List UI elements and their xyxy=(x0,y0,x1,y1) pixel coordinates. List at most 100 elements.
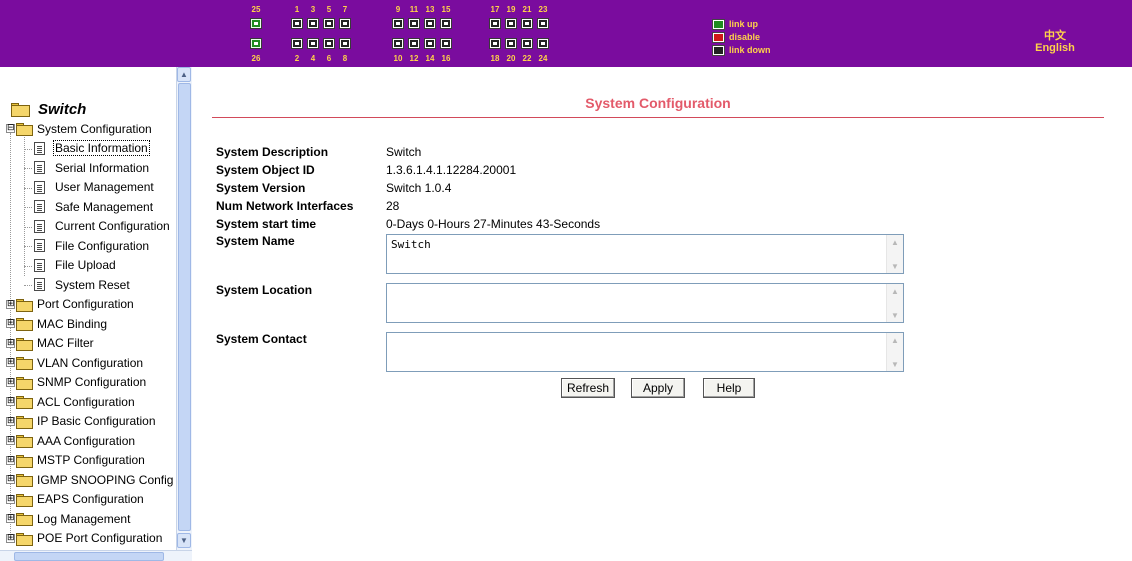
nav-root[interactable]: Switch xyxy=(11,99,86,119)
expand-icon[interactable]: ⊞ xyxy=(6,397,15,407)
port-link-down-icon[interactable] xyxy=(521,18,533,29)
port-link-down-icon[interactable] xyxy=(505,38,517,49)
expand-icon[interactable]: ⊞ xyxy=(6,436,15,446)
nav-item-serial-information[interactable]: Serial Information xyxy=(24,158,151,178)
port-link-down-icon[interactable] xyxy=(440,38,452,49)
scroll-up-arrow-icon[interactable]: ▲ xyxy=(890,287,900,296)
scroll-up-arrow-icon[interactable]: ▲ xyxy=(177,67,191,82)
port-link-down-icon[interactable] xyxy=(323,18,335,29)
system-name-scrollbar[interactable]: ▲ ▼ xyxy=(886,235,903,273)
port-link-up-icon[interactable] xyxy=(250,38,262,49)
nav-item-system-reset[interactable]: System Reset xyxy=(24,275,132,295)
nav-item-mac-filter[interactable]: ⊞ MAC Filter xyxy=(6,334,96,354)
port-link-down-icon[interactable] xyxy=(323,38,335,49)
port-link-down-icon[interactable] xyxy=(408,38,420,49)
scroll-down-arrow-icon[interactable]: ▼ xyxy=(890,262,900,271)
port-link-down-icon[interactable] xyxy=(440,18,452,29)
port-number-top: 19 xyxy=(506,5,516,14)
scroll-down-arrow-icon[interactable]: ▼ xyxy=(177,533,191,548)
nav-item-mac-binding[interactable]: ⊞ MAC Binding xyxy=(6,314,109,334)
nav-item-current-configuration[interactable]: Current Configuration xyxy=(24,217,172,237)
port-link-up-icon[interactable] xyxy=(250,18,262,29)
nav-hscroll-thumb[interactable] xyxy=(14,552,164,561)
port-number-bottom: 6 xyxy=(326,54,332,63)
folder-icon xyxy=(16,474,33,488)
document-icon xyxy=(34,219,45,233)
nav-item-mstp-configuration[interactable]: ⊞ MSTP Configuration xyxy=(6,451,147,471)
system-contact-scrollbar[interactable]: ▲ ▼ xyxy=(886,333,903,371)
port-link-down-icon[interactable] xyxy=(424,38,436,49)
port-link-down-icon[interactable] xyxy=(537,18,549,29)
apply-button[interactable]: Apply xyxy=(631,378,685,398)
system-name-field[interactable]: Switch ▲ ▼ xyxy=(386,234,904,274)
port-link-down-icon[interactable] xyxy=(339,18,351,29)
nav-item-igmp-snooping-config[interactable]: ⊞ IGMP SNOOPING Config xyxy=(6,470,175,490)
port-link-down-icon[interactable] xyxy=(408,18,420,29)
document-icon xyxy=(34,200,45,214)
language-chinese-link[interactable]: 中文 xyxy=(1030,27,1080,43)
nav-item-file-configuration[interactable]: File Configuration xyxy=(24,236,151,256)
nav-item-vlan-configuration[interactable]: ⊞ VLAN Configuration xyxy=(6,353,145,373)
port-link-down-icon[interactable] xyxy=(489,18,501,29)
port-link-down-icon[interactable] xyxy=(521,38,533,49)
nav-item-ip-basic-configuration[interactable]: ⊞ IP Basic Configuration xyxy=(6,412,158,432)
system-location-field[interactable]: ▲ ▼ xyxy=(386,283,904,323)
expand-icon[interactable]: ⊞ xyxy=(6,338,15,348)
nav-item-label: File Configuration xyxy=(55,238,150,253)
port-number-top: 23 xyxy=(538,5,548,14)
nav-item-log-management[interactable]: ⊞ Log Management xyxy=(6,509,132,529)
system-contact-textarea[interactable] xyxy=(387,333,886,371)
nav-item-poe-port-configuration[interactable]: ⊞ POE Port Configuration xyxy=(6,529,164,549)
nav-item-acl-configuration[interactable]: ⊞ ACL Configuration xyxy=(6,392,137,412)
expand-icon[interactable]: ⊞ xyxy=(6,494,15,504)
port-link-down-icon[interactable] xyxy=(307,38,319,49)
nav-item-eaps-configuration[interactable]: ⊞ EAPS Configuration xyxy=(6,490,146,510)
expand-icon[interactable]: ⊞ xyxy=(6,377,15,387)
refresh-button[interactable]: Refresh xyxy=(561,378,615,398)
port-link-down-icon[interactable] xyxy=(489,38,501,49)
nav-item-file-upload[interactable]: File Upload xyxy=(24,256,118,276)
port-link-down-icon[interactable] xyxy=(424,18,436,29)
scroll-down-arrow-icon[interactable]: ▼ xyxy=(890,311,900,320)
port-link-down-icon[interactable] xyxy=(339,38,351,49)
nav-vertical-scrollbar[interactable]: ▲ ▼ xyxy=(176,67,192,550)
expand-icon[interactable]: ⊞ xyxy=(6,299,15,309)
nav-item-label: VLAN Configuration xyxy=(37,355,144,370)
nav-item-port-configuration[interactable]: ⊞ Port Configuration xyxy=(6,295,136,315)
nav-horizontal-scrollbar[interactable] xyxy=(0,550,192,561)
port-link-down-icon[interactable] xyxy=(392,18,404,29)
legend-link-up-label: link up xyxy=(729,19,758,29)
system-location-scrollbar[interactable]: ▲ ▼ xyxy=(886,284,903,322)
nav-item-snmp-configuration[interactable]: ⊞ SNMP Configuration xyxy=(6,373,148,393)
nav-scroll-thumb[interactable] xyxy=(178,83,191,531)
expand-icon[interactable]: ⊞ xyxy=(6,475,15,485)
port-link-down-icon[interactable] xyxy=(392,38,404,49)
port-link-down-icon[interactable] xyxy=(537,38,549,49)
port-link-down-icon[interactable] xyxy=(291,18,303,29)
system-name-textarea[interactable]: Switch xyxy=(387,235,886,273)
nav-item-safe-management[interactable]: Safe Management xyxy=(24,197,155,217)
nav-item-basic-information[interactable]: Basic Information xyxy=(24,139,150,159)
expand-icon[interactable]: ⊞ xyxy=(6,455,15,465)
scroll-up-arrow-icon[interactable]: ▲ xyxy=(890,238,900,247)
port-link-down-icon[interactable] xyxy=(291,38,303,49)
expand-icon[interactable]: ⊞ xyxy=(6,533,15,543)
expand-icon[interactable]: ⊞ xyxy=(6,514,15,524)
scroll-down-arrow-icon[interactable]: ▼ xyxy=(890,360,900,369)
nav-item-label: ACL Configuration xyxy=(37,394,135,409)
nav-item-aaa-configuration[interactable]: ⊞ AAA Configuration xyxy=(6,431,137,451)
language-english-link[interactable]: English xyxy=(1030,42,1080,54)
system-location-textarea[interactable] xyxy=(387,284,886,322)
nav-item-user-management[interactable]: User Management xyxy=(24,178,156,198)
expand-icon[interactable]: ⊞ xyxy=(6,358,15,368)
expand-icon[interactable]: ⊞ xyxy=(6,319,15,329)
nav-item-system-configuration[interactable]: ⊟ System Configuration xyxy=(6,119,154,139)
expand-icon[interactable]: ⊞ xyxy=(6,416,15,426)
collapse-icon[interactable]: ⊟ xyxy=(6,124,15,134)
help-button[interactable]: Help xyxy=(703,378,755,398)
system-contact-field[interactable]: ▲ ▼ xyxy=(386,332,904,372)
scroll-up-arrow-icon[interactable]: ▲ xyxy=(890,336,900,345)
folder-icon xyxy=(16,337,33,351)
port-link-down-icon[interactable] xyxy=(505,18,517,29)
port-link-down-icon[interactable] xyxy=(307,18,319,29)
